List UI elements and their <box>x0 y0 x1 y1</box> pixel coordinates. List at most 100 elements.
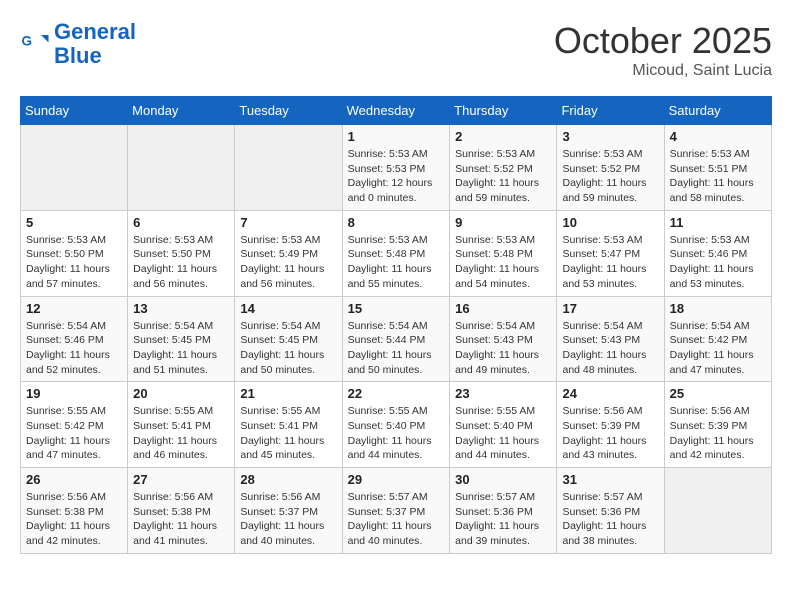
day-number: 28 <box>240 472 336 487</box>
day-number: 31 <box>562 472 658 487</box>
day-cell: 23 Sunrise: 5:55 AMSunset: 5:40 PMDayligh… <box>450 382 557 468</box>
day-number: 18 <box>670 301 766 316</box>
day-cell: 16 Sunrise: 5:54 AMSunset: 5:43 PMDayligh… <box>450 296 557 382</box>
day-cell: 28 Sunrise: 5:56 AMSunset: 5:37 PMDayligh… <box>235 468 342 554</box>
day-cell: 25Sunrise: 5:56 AMSunset: 5:39 PMDayligh… <box>664 382 771 468</box>
day-cell: 17Sunrise: 5:54 AMSunset: 5:43 PMDayligh… <box>557 296 664 382</box>
day-detail: Sunrise: 5:53 AMSunset: 5:47 PMDaylight:… <box>562 233 658 292</box>
page-header: G General Blue October 2025 Micoud, Sain… <box>20 20 772 80</box>
week-row-5: 26 Sunrise: 5:56 AMSunset: 5:38 PMDayligh… <box>21 468 772 554</box>
day-detail: Sunrise: 5:54 AMSunset: 5:46 PMDaylight:… <box>26 319 122 378</box>
day-detail: Sunrise: 5:54 AMSunset: 5:45 PMDaylight:… <box>240 319 336 378</box>
day-number: 20 <box>133 386 229 401</box>
day-detail: Sunrise: 5:55 AMSunset: 5:40 PMDaylight:… <box>348 404 445 463</box>
day-cell: 10 Sunrise: 5:53 AMSunset: 5:47 PMDayligh… <box>557 210 664 296</box>
day-number: 23 <box>455 386 551 401</box>
day-number: 27 <box>133 472 229 487</box>
day-number: 1 <box>348 129 445 144</box>
day-cell: 19 Sunrise: 5:55 AMSunset: 5:42 PMDayligh… <box>21 382 128 468</box>
day-cell: 22 Sunrise: 5:55 AMSunset: 5:40 PMDayligh… <box>342 382 450 468</box>
day-header-saturday: Saturday <box>664 97 771 125</box>
day-number: 12 <box>26 301 122 316</box>
day-detail: Sunrise: 5:53 AMSunset: 5:48 PMDaylight:… <box>455 233 551 292</box>
day-detail: Sunrise: 5:54 AMSunset: 5:44 PMDaylight:… <box>348 319 445 378</box>
day-cell: 15 Sunrise: 5:54 AMSunset: 5:44 PMDayligh… <box>342 296 450 382</box>
day-detail: Sunrise: 5:56 AMSunset: 5:38 PMDaylight:… <box>133 490 229 549</box>
day-detail: Sunrise: 5:57 AMSunset: 5:37 PMDaylight:… <box>348 490 445 549</box>
day-cell <box>128 125 235 211</box>
day-detail: Sunrise: 5:55 AMSunset: 5:42 PMDaylight:… <box>26 404 122 463</box>
day-detail: Sunrise: 5:54 AMSunset: 5:42 PMDaylight:… <box>670 319 766 378</box>
day-cell: 5Sunrise: 5:53 AMSunset: 5:50 PMDaylight… <box>21 210 128 296</box>
day-number: 30 <box>455 472 551 487</box>
day-cell: 8 Sunrise: 5:53 AMSunset: 5:48 PMDaylight… <box>342 210 450 296</box>
day-number: 9 <box>455 215 551 230</box>
day-detail: Sunrise: 5:53 AMSunset: 5:50 PMDaylight:… <box>26 233 122 292</box>
day-detail: Sunrise: 5:53 AMSunset: 5:46 PMDaylight:… <box>670 233 766 292</box>
day-detail: Sunrise: 5:53 AMSunset: 5:51 PMDaylight:… <box>670 147 766 206</box>
day-number: 15 <box>348 301 445 316</box>
day-cell: 11 Sunrise: 5:53 AMSunset: 5:46 PMDayligh… <box>664 210 771 296</box>
day-detail: Sunrise: 5:55 AMSunset: 5:41 PMDaylight:… <box>133 404 229 463</box>
day-number: 2 <box>455 129 551 144</box>
day-detail: Sunrise: 5:53 AMSunset: 5:53 PMDaylight:… <box>348 147 445 206</box>
logo-icon: G <box>20 29 50 59</box>
week-row-3: 12 Sunrise: 5:54 AMSunset: 5:46 PMDayligh… <box>21 296 772 382</box>
title-block: October 2025 Micoud, Saint Lucia <box>554 20 772 80</box>
day-cell: 9 Sunrise: 5:53 AMSunset: 5:48 PMDaylight… <box>450 210 557 296</box>
week-row-4: 19 Sunrise: 5:55 AMSunset: 5:42 PMDayligh… <box>21 382 772 468</box>
day-number: 14 <box>240 301 336 316</box>
svg-text:G: G <box>22 34 33 49</box>
day-detail: Sunrise: 5:53 AMSunset: 5:50 PMDaylight:… <box>133 233 229 292</box>
day-cell: 27 Sunrise: 5:56 AMSunset: 5:38 PMDayligh… <box>128 468 235 554</box>
day-detail: Sunrise: 5:56 AMSunset: 5:37 PMDaylight:… <box>240 490 336 549</box>
logo-text: General Blue <box>54 20 136 68</box>
day-number: 11 <box>670 215 766 230</box>
day-cell: 14 Sunrise: 5:54 AMSunset: 5:45 PMDayligh… <box>235 296 342 382</box>
day-cell: 21Sunrise: 5:55 AMSunset: 5:41 PMDayligh… <box>235 382 342 468</box>
day-detail: Sunrise: 5:56 AMSunset: 5:39 PMDaylight:… <box>670 404 766 463</box>
day-number: 26 <box>26 472 122 487</box>
location: Micoud, Saint Lucia <box>554 62 772 80</box>
day-header-wednesday: Wednesday <box>342 97 450 125</box>
day-cell: 13 Sunrise: 5:54 AMSunset: 5:45 PMDayligh… <box>128 296 235 382</box>
day-number: 4 <box>670 129 766 144</box>
day-header-friday: Friday <box>557 97 664 125</box>
day-cell: 24Sunrise: 5:56 AMSunset: 5:39 PMDayligh… <box>557 382 664 468</box>
day-cell: 20 Sunrise: 5:55 AMSunset: 5:41 PMDayligh… <box>128 382 235 468</box>
day-number: 10 <box>562 215 658 230</box>
day-detail: Sunrise: 5:53 AMSunset: 5:49 PMDaylight:… <box>240 233 336 292</box>
day-detail: Sunrise: 5:57 AMSunset: 5:36 PMDaylight:… <box>455 490 551 549</box>
day-cell: 4 Sunrise: 5:53 AMSunset: 5:51 PMDaylight… <box>664 125 771 211</box>
day-number: 8 <box>348 215 445 230</box>
day-number: 13 <box>133 301 229 316</box>
day-number: 3 <box>562 129 658 144</box>
day-cell: 31Sunrise: 5:57 AMSunset: 5:36 PMDayligh… <box>557 468 664 554</box>
day-number: 16 <box>455 301 551 316</box>
day-cell <box>664 468 771 554</box>
day-header-sunday: Sunday <box>21 97 128 125</box>
day-detail: Sunrise: 5:53 AMSunset: 5:52 PMDaylight:… <box>562 147 658 206</box>
month-title: October 2025 <box>554 20 772 62</box>
day-number: 7 <box>240 215 336 230</box>
day-detail: Sunrise: 5:54 AMSunset: 5:43 PMDaylight:… <box>562 319 658 378</box>
day-number: 6 <box>133 215 229 230</box>
week-row-2: 5Sunrise: 5:53 AMSunset: 5:50 PMDaylight… <box>21 210 772 296</box>
day-cell: 3 Sunrise: 5:53 AMSunset: 5:52 PMDaylight… <box>557 125 664 211</box>
day-cell: 1 Sunrise: 5:53 AMSunset: 5:53 PMDaylight… <box>342 125 450 211</box>
day-detail: Sunrise: 5:54 AMSunset: 5:45 PMDaylight:… <box>133 319 229 378</box>
day-cell: 2 Sunrise: 5:53 AMSunset: 5:52 PMDaylight… <box>450 125 557 211</box>
day-cell: 26Sunrise: 5:56 AMSunset: 5:38 PMDayligh… <box>21 468 128 554</box>
week-row-1: 1 Sunrise: 5:53 AMSunset: 5:53 PMDaylight… <box>21 125 772 211</box>
day-cell: 6 Sunrise: 5:53 AMSunset: 5:50 PMDaylight… <box>128 210 235 296</box>
day-number: 19 <box>26 386 122 401</box>
calendar-table: SundayMondayTuesdayWednesdayThursdayFrid… <box>20 96 772 554</box>
day-number: 21 <box>240 386 336 401</box>
day-detail: Sunrise: 5:53 AMSunset: 5:48 PMDaylight:… <box>348 233 445 292</box>
day-number: 22 <box>348 386 445 401</box>
day-detail: Sunrise: 5:53 AMSunset: 5:52 PMDaylight:… <box>455 147 551 206</box>
day-detail: Sunrise: 5:55 AMSunset: 5:40 PMDaylight:… <box>455 404 551 463</box>
day-number: 29 <box>348 472 445 487</box>
day-detail: Sunrise: 5:54 AMSunset: 5:43 PMDaylight:… <box>455 319 551 378</box>
day-cell: 29 Sunrise: 5:57 AMSunset: 5:37 PMDayligh… <box>342 468 450 554</box>
